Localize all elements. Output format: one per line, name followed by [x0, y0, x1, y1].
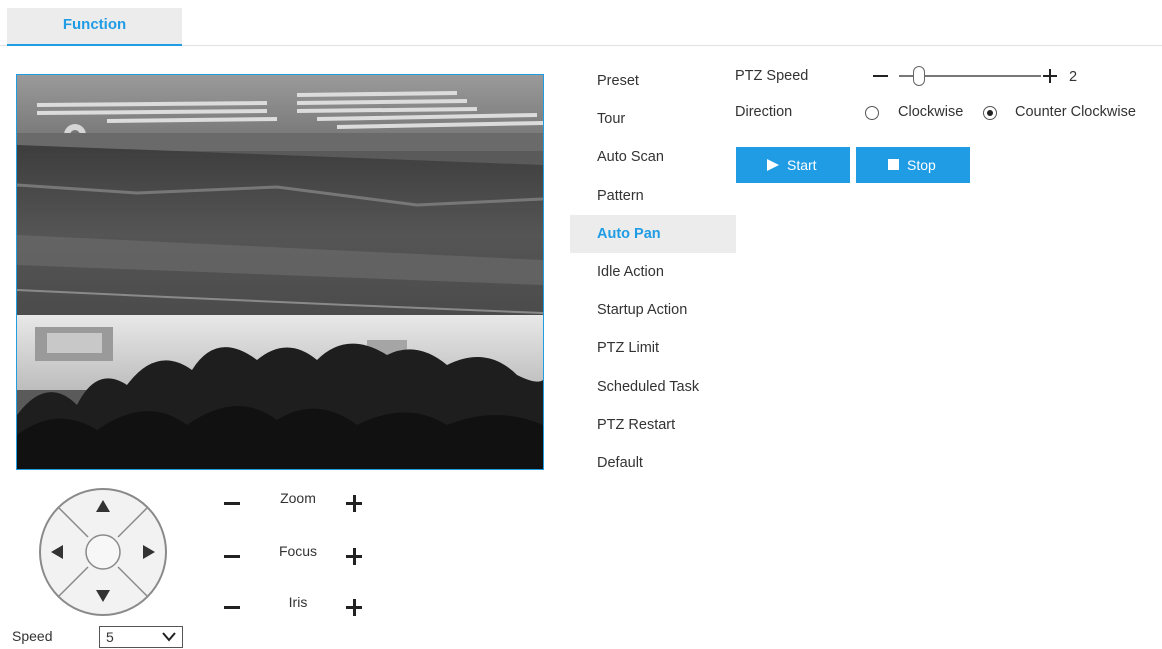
- clockwise-label[interactable]: Clockwise: [898, 104, 963, 120]
- tab-bar: Function: [0, 0, 1162, 46]
- ptz-center-button[interactable]: [86, 535, 120, 569]
- menu-item-auto-scan[interactable]: Auto Scan: [570, 138, 736, 176]
- ptz-speed-label: PTZ Speed: [735, 68, 809, 84]
- menu-item-startup-action[interactable]: Startup Action: [570, 291, 736, 329]
- zoom-label: Zoom: [280, 490, 316, 506]
- focus-label: Focus: [278, 543, 318, 559]
- ptz-speed-plus-icon[interactable]: [1043, 69, 1057, 83]
- iris-plus-icon[interactable]: [344, 597, 364, 617]
- focus-minus-icon[interactable]: [222, 546, 242, 566]
- ptz-speed-minus-icon[interactable]: [873, 75, 888, 77]
- ptz-direction-pad: [38, 487, 168, 617]
- tab-function-label: Function: [62, 16, 127, 33]
- speed-select[interactable]: 5: [99, 626, 183, 648]
- menu-item-pattern[interactable]: Pattern: [570, 177, 736, 215]
- focus-plus-icon[interactable]: [344, 546, 364, 566]
- speed-label: Speed: [12, 628, 53, 644]
- function-menu: Preset Tour Auto Scan Pattern Auto Pan Idle A…: [570, 62, 736, 482]
- stop-button[interactable]: Stop: [856, 147, 970, 183]
- ptz-speed-thumb[interactable]: [912, 66, 925, 86]
- speed-select-value: 5: [106, 629, 114, 645]
- iris-control: Iris: [222, 594, 372, 622]
- start-button-label: Start: [787, 157, 817, 173]
- live-video-preview[interactable]: [16, 74, 544, 470]
- menu-item-preset[interactable]: Preset: [570, 62, 736, 100]
- focus-control: Focus: [222, 543, 372, 571]
- stop-button-label: Stop: [907, 157, 936, 173]
- video-frame-image: [17, 75, 543, 469]
- menu-item-tour[interactable]: Tour: [570, 100, 736, 138]
- ptz-speed-value: 2: [1069, 69, 1078, 85]
- arrow-up-icon[interactable]: [91, 495, 115, 519]
- menu-item-scheduled-task[interactable]: Scheduled Task: [570, 368, 736, 406]
- arrow-right-icon[interactable]: [136, 540, 160, 564]
- direction-label: Direction: [735, 104, 793, 120]
- iris-minus-icon[interactable]: [222, 597, 242, 617]
- tab-function[interactable]: Function: [7, 8, 182, 46]
- stop-square-icon: [888, 159, 899, 170]
- arrow-left-icon[interactable]: [46, 540, 70, 564]
- zoom-control: Zoom: [222, 490, 372, 518]
- menu-item-ptz-limit[interactable]: PTZ Limit: [570, 329, 736, 367]
- zoom-out-minus-icon[interactable]: [222, 493, 242, 513]
- zoom-in-plus-icon[interactable]: [344, 493, 364, 513]
- play-icon: [767, 159, 779, 171]
- iris-label: Iris: [288, 594, 308, 610]
- counter-clockwise-radio[interactable]: [983, 106, 997, 120]
- menu-item-idle-action[interactable]: Idle Action: [570, 253, 736, 291]
- chevron-down-icon: [162, 632, 176, 642]
- clockwise-radio[interactable]: [865, 106, 879, 120]
- arrow-down-icon[interactable]: [91, 583, 115, 607]
- menu-item-ptz-restart[interactable]: PTZ Restart: [570, 406, 736, 444]
- menu-item-auto-pan[interactable]: Auto Pan: [570, 214, 736, 253]
- menu-item-default[interactable]: Default: [570, 444, 736, 482]
- ptz-speed-slider[interactable]: [873, 64, 1058, 88]
- counter-clockwise-label[interactable]: Counter Clockwise: [1015, 104, 1136, 120]
- start-button[interactable]: Start: [736, 147, 850, 183]
